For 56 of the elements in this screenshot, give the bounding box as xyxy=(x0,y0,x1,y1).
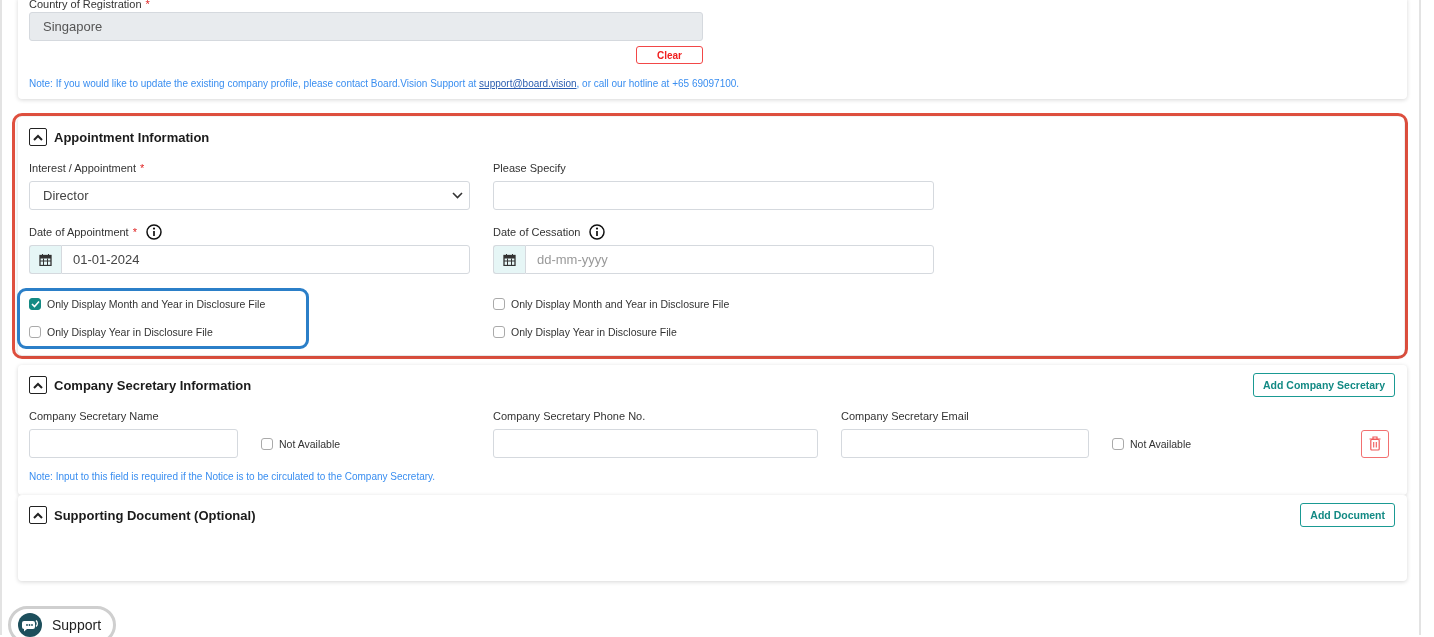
field-label: Country of Registration xyxy=(29,0,142,10)
section-title: Supporting Document (Optional) xyxy=(54,507,256,523)
appointment-dropdown[interactable]: Director xyxy=(29,181,470,210)
delete-button[interactable] xyxy=(1361,429,1389,458)
calendar-button[interactable] xyxy=(29,245,61,274)
required-mark: * xyxy=(145,0,150,10)
note-text: Note: If you would like to update the existing company profile, please contact Board.Vision Support at support@board.vision, or call our hotline at +65 69097100. xyxy=(29,78,741,89)
field-label: Interest / Appointment xyxy=(29,162,136,174)
checkbox-label: Not Available xyxy=(279,437,341,450)
country-field: Singapore xyxy=(29,12,703,41)
collapse-toggle[interactable] xyxy=(29,128,47,146)
calendar-button[interactable] xyxy=(493,245,525,274)
chat-bubble-icon xyxy=(18,613,42,637)
checkbox[interactable] xyxy=(1112,437,1124,450)
checkbox[interactable] xyxy=(493,297,505,310)
support-button[interactable]: Support xyxy=(8,606,117,637)
checkbox[interactable] xyxy=(261,437,273,450)
date-field[interactable]: dd-mm-yyyy xyxy=(525,245,934,274)
chevron-up-icon xyxy=(33,511,43,519)
name-field[interactable] xyxy=(29,429,238,458)
info-icon xyxy=(589,224,606,240)
checkbox-label: Only Display Year in Disclosure File xyxy=(47,325,213,338)
note-text: Note: Input to this field is required if the Notice is to be circulated to the Company Secretary. xyxy=(29,471,437,484)
email-field[interactable] xyxy=(841,429,1089,458)
info-icon xyxy=(145,224,162,240)
collapse-toggle[interactable] xyxy=(29,506,47,524)
section-title: Appointment Information xyxy=(54,129,210,145)
trash-icon xyxy=(1369,436,1381,451)
chevron-up-icon xyxy=(33,381,43,389)
checkbox[interactable] xyxy=(29,325,41,338)
specify-field[interactable] xyxy=(493,181,934,210)
required-mark: * xyxy=(132,226,137,238)
collapse-toggle[interactable] xyxy=(29,376,47,394)
calendar-icon xyxy=(503,253,516,266)
checkbox-label: Not Available xyxy=(1130,437,1192,450)
checkbox-label: Only Display Month and Year in Disclosure File xyxy=(511,297,730,310)
field-label: Date of Cessation xyxy=(493,226,581,238)
date-field[interactable]: 01-01-2024 xyxy=(61,245,470,274)
checkbox[interactable] xyxy=(493,325,505,338)
add-button[interactable]: Add Company Secretary xyxy=(1253,373,1395,397)
field-label: Please Specify xyxy=(493,162,566,174)
calendar-icon xyxy=(39,253,52,266)
field-label: Date of Appointment xyxy=(29,226,129,238)
required-mark: * xyxy=(140,162,145,174)
checkbox-label: Only Display Year in Disclosure File xyxy=(511,325,677,338)
chevron-up-icon xyxy=(33,133,43,141)
add-button[interactable]: Add Document xyxy=(1300,503,1395,527)
field-label: Company Secretary Email xyxy=(841,410,969,422)
checkbox[interactable] xyxy=(29,297,41,310)
checkbox-label: Only Display Month and Year in Disclosure File xyxy=(47,297,266,310)
chevron-down-icon xyxy=(452,192,463,199)
field-label: Company Secretary Phone No. xyxy=(493,410,646,422)
section-title: Company Secretary Information xyxy=(54,377,252,393)
phone-field[interactable] xyxy=(493,429,818,458)
checkmark-icon xyxy=(30,299,40,308)
field-label: Company Secretary Name xyxy=(29,410,159,422)
